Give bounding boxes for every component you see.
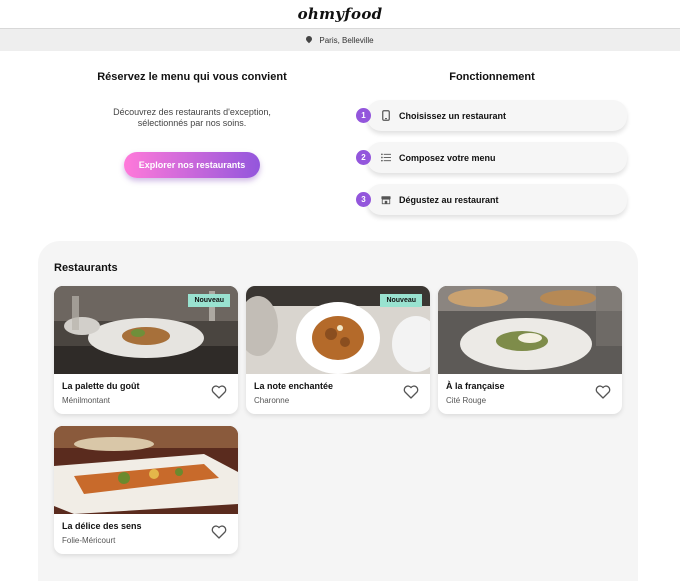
intro-column: Réservez le menu qui vous convient Décou… [54, 51, 330, 178]
step-card: Choisissez un restaurant [367, 100, 627, 131]
restaurants-title: Restaurants [54, 262, 118, 274]
restaurant-name: La délice des sens [62, 521, 142, 531]
step-label: Composez votre menu [399, 152, 496, 163]
step-label: Choisissez un restaurant [399, 110, 507, 121]
restaurant-card[interactable]: À la française Cité Rouge [438, 286, 622, 414]
step-card: Composez votre menu [367, 142, 627, 173]
restaurant-name: À la française [446, 381, 505, 391]
step-1[interactable]: 1 Choisissez un restaurant [356, 100, 627, 131]
step-number: 3 [356, 192, 371, 207]
step-card: Dégustez au restaurant [367, 184, 627, 215]
logo[interactable]: ohmyfood [298, 5, 383, 23]
restaurant-area: Cité Rouge [446, 396, 487, 405]
phone-icon [381, 110, 391, 121]
location-bar: Paris, Belleville [0, 29, 680, 51]
heart-icon[interactable] [211, 385, 227, 399]
new-badge: Nouveau [188, 294, 230, 307]
header: ohmyfood [0, 0, 680, 29]
heart-icon[interactable] [595, 385, 611, 399]
restaurant-card[interactable]: La délice des sens Folie-Méricourt [54, 426, 238, 554]
step-2[interactable]: 2 Composez votre menu [356, 142, 627, 173]
explore-restaurants-button[interactable]: Explorer nos restaurants [124, 152, 260, 178]
how-it-works: Fonctionnement 1 Choisissez un restauran… [356, 51, 628, 215]
restaurant-area: Folie-Méricourt [62, 536, 116, 545]
step-number: 2 [356, 150, 371, 165]
restaurant-area: Ménilmontant [62, 396, 111, 405]
restaurant-area: Charonne [254, 396, 290, 405]
intro-title: Réservez le menu qui vous convient [97, 71, 287, 83]
step-number: 1 [356, 108, 371, 123]
new-badge: Nouveau [380, 294, 422, 307]
intro-description: Découvrez des restaurants d'exception, s… [113, 107, 271, 128]
restaurants-section: Restaurants Nouveau La palette du goût M… [38, 241, 638, 581]
step-3[interactable]: 3 Dégustez au restaurant [356, 184, 627, 215]
step-label: Dégustez au restaurant [399, 194, 499, 205]
restaurant-name: La note enchantée [254, 381, 334, 391]
store-icon [381, 195, 391, 205]
heart-icon[interactable] [403, 385, 419, 399]
list-icon [381, 153, 391, 163]
heart-icon[interactable] [211, 525, 227, 539]
restaurant-image [438, 286, 622, 374]
location-text: Paris, Belleville [319, 35, 374, 45]
restaurant-card[interactable]: Nouveau La note enchantée Charonne [246, 286, 430, 414]
restaurant-card[interactable]: Nouveau La palette du goût Ménilmontant [54, 286, 238, 414]
how-it-works-title: Fonctionnement [449, 71, 535, 83]
map-pin-icon [306, 36, 312, 44]
restaurant-name: La palette du goût [62, 381, 140, 391]
restaurant-image [54, 426, 238, 514]
intro-section: Réservez le menu qui vous convient Décou… [0, 51, 680, 241]
